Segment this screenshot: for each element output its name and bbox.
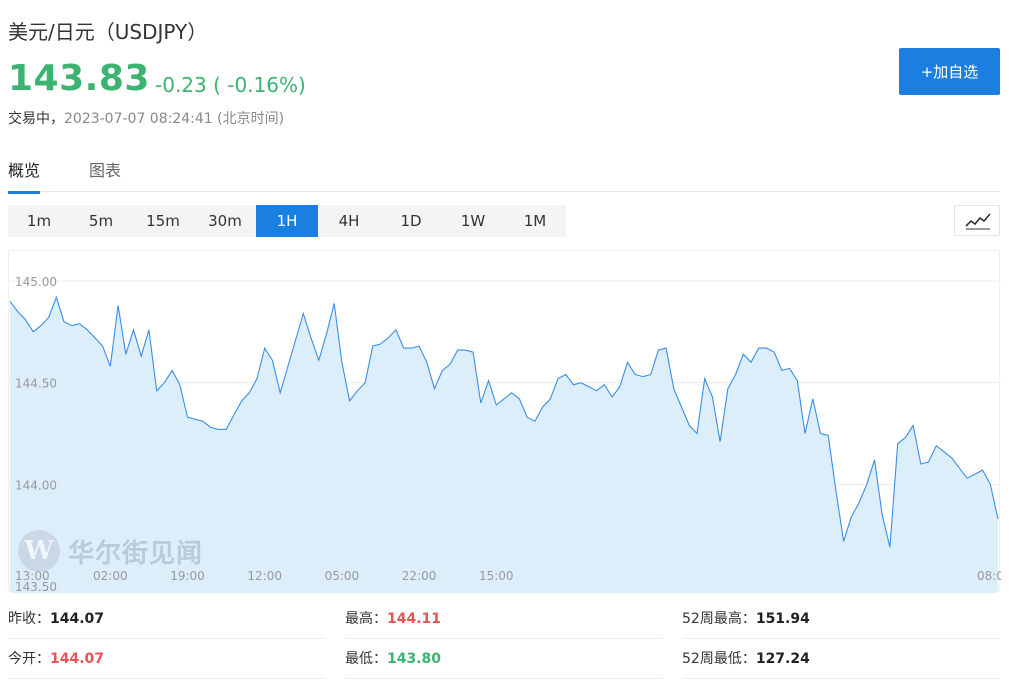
current-price: 143.83 xyxy=(8,58,150,99)
watermark-text: 华尔街见闻 xyxy=(68,538,204,569)
stat-value: 151.94 xyxy=(755,611,810,627)
period-15m[interactable]: 15m xyxy=(132,205,194,237)
stat-52w-low: 52周最低：127.24 xyxy=(682,639,1000,679)
stat-label: 52周最高： xyxy=(682,611,756,627)
stat-label: 今开： xyxy=(8,651,50,667)
stat-high: 最高：144.11 xyxy=(345,599,663,639)
period-1w[interactable]: 1W xyxy=(442,205,504,237)
status-time: 2023-07-07 08:24:41 (北京时间) xyxy=(64,111,285,127)
period-4h[interactable]: 4H xyxy=(318,205,380,237)
stat-prev-close: 昨收：144.07 xyxy=(8,599,326,639)
tab-overview[interactable]: 概览 xyxy=(8,157,41,194)
x-tick-label: 12:00 xyxy=(247,569,282,583)
period-1d[interactable]: 1D xyxy=(380,205,442,237)
stat-label: 52周最低： xyxy=(682,651,756,667)
trading-status: 交易中，2023-07-07 08:24:41 (北京时间) xyxy=(8,108,284,128)
line-chart-icon xyxy=(965,213,991,230)
stat-open: 今开：144.07 xyxy=(8,639,326,679)
period-30m[interactable]: 30m xyxy=(194,205,256,237)
x-tick-label: 05:00 xyxy=(325,569,360,583)
stat-value: 127.24 xyxy=(755,651,810,667)
tab-bar: 概览 图表 xyxy=(8,155,1000,194)
price-change: -0.23 ( -0.16%) xyxy=(155,73,306,97)
stat-value: 144.07 xyxy=(50,651,105,667)
stat-52w-high: 52周最高：151.94 xyxy=(682,599,1000,639)
stat-label: 最高： xyxy=(345,611,387,627)
x-tick-label: 15:00 xyxy=(479,569,514,583)
period-1mo[interactable]: 1M xyxy=(504,205,566,237)
stat-value: 144.11 xyxy=(387,611,442,627)
stat-value: 144.07 xyxy=(50,611,105,627)
x-tick-label: 22:00 xyxy=(402,569,437,583)
period-1m[interactable]: 1m xyxy=(8,205,70,237)
status-label: 交易中， xyxy=(8,111,64,127)
stat-low: 最低：143.80 xyxy=(345,639,663,679)
stat-label: 最低： xyxy=(345,651,387,667)
stats-panel: 昨收：144.07 最高：144.11 52周最高：151.94 今开：144.… xyxy=(8,597,1000,681)
period-selector: 1m 5m 15m 30m 1H 4H 1D 1W 1M xyxy=(8,205,566,237)
stat-value: 143.80 xyxy=(387,651,442,667)
chart-type-button[interactable] xyxy=(954,205,1000,236)
add-to-watchlist-button[interactable]: +加自选 xyxy=(899,48,1000,95)
watermark: W 华尔街见闻 xyxy=(18,530,203,572)
period-5m[interactable]: 5m xyxy=(70,205,132,237)
period-1h[interactable]: 1H xyxy=(256,205,318,237)
tab-chart[interactable]: 图表 xyxy=(89,157,121,191)
stat-label: 昨收： xyxy=(8,611,50,627)
y-tick-label: 144.50 xyxy=(15,377,57,391)
watermark-logo-icon: W xyxy=(18,530,60,572)
y-tick-label: 145.00 xyxy=(15,275,57,289)
x-tick-label: 08:0 xyxy=(977,569,1001,583)
y-tick-label: 144.00 xyxy=(15,478,57,492)
instrument-title: 美元/日元（USDJPY） xyxy=(8,20,208,44)
